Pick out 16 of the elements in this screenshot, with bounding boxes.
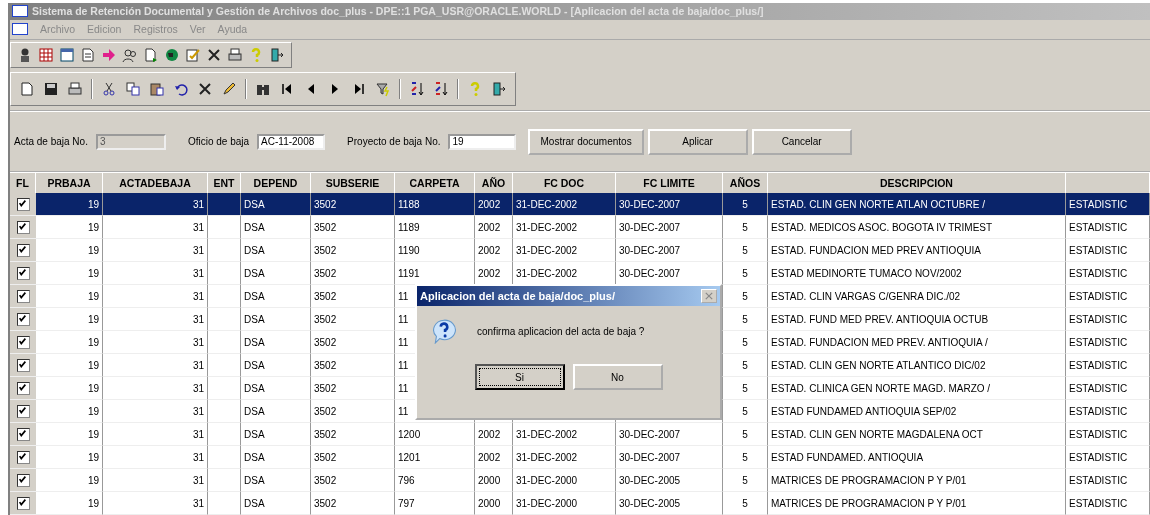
table-cell: 2000 (475, 492, 513, 515)
field-label: Proyecto de baja No. (347, 136, 441, 148)
table-cell: 3502 (311, 492, 395, 515)
table-cell: DSA (241, 492, 311, 515)
field-label: Acta de baja No. (14, 136, 88, 148)
table-cell: 5 (723, 492, 768, 515)
table-cell: ESTADISTIC (1066, 492, 1150, 515)
table-cell: 30-DEC-2005 (616, 492, 723, 515)
table-cell: MATRICES DE PROGRAMACION P Y P/01 (768, 492, 1066, 515)
window-title: Sistema de Retención Documental y Gestión de Archivos doc_plus - DPE::1 PGA_USR@ORACLE.WORLD - [Aplicacion del acta de baja/doc_plus/] (32, 5, 764, 18)
table-cell: 31 (103, 492, 208, 515)
dialog-message: confirma aplicacion del acta de baja ? (477, 325, 645, 337)
field-label: Oficio de baja (187, 136, 250, 148)
table-cell: 797 (395, 492, 475, 515)
table-cell: 19 (36, 492, 103, 515)
table-cell: 31-DEC-2000 (513, 492, 616, 515)
